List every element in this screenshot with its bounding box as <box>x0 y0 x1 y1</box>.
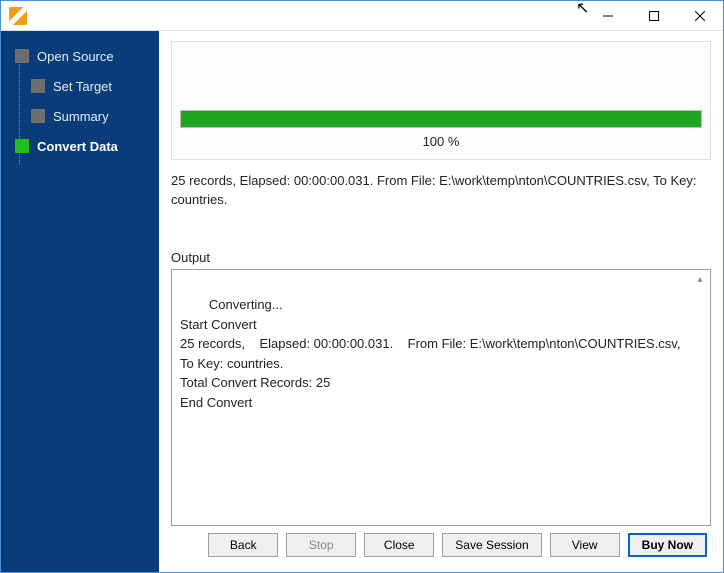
close-icon <box>695 11 705 21</box>
output-box[interactable]: ▴ Converting... Start Convert 25 records,… <box>171 269 711 526</box>
step-square-icon <box>15 139 29 153</box>
step-square-icon <box>15 49 29 63</box>
step-square-icon <box>31 109 45 123</box>
sidebar-item-label: Summary <box>53 109 109 124</box>
minimize-icon <box>603 11 613 21</box>
progress-area: 100 % <box>171 41 711 160</box>
sidebar-item-open-source[interactable]: Open Source <box>1 41 159 71</box>
button-row: Back Stop Close Save Session View Buy No… <box>171 526 711 564</box>
content-panel: 100 % 25 records, Elapsed: 00:00:00.031.… <box>159 31 723 572</box>
sidebar-item-label: Open Source <box>37 49 114 64</box>
view-button[interactable]: View <box>550 533 620 557</box>
close-button[interactable]: Close <box>364 533 434 557</box>
stop-button: Stop <box>286 533 356 557</box>
sidebar-item-summary[interactable]: Summary <box>1 101 159 131</box>
body: Open Source Set Target Summary Convert D… <box>1 31 723 572</box>
buy-now-button[interactable]: Buy Now <box>628 533 707 557</box>
minimize-button[interactable] <box>585 1 631 31</box>
output-text: Converting... Start Convert 25 records, … <box>180 297 695 410</box>
progress-bar <box>180 110 702 128</box>
window-close-button[interactable] <box>677 1 723 31</box>
app-icon <box>9 7 27 25</box>
sidebar: Open Source Set Target Summary Convert D… <box>1 31 159 572</box>
app-window: ↖ Open Source Set Target Summary Convert… <box>0 0 724 573</box>
summary-line: 25 records, Elapsed: 00:00:00.031. From … <box>171 172 711 210</box>
scroll-up-icon[interactable]: ▴ <box>692 272 708 288</box>
progress-bar-fill <box>181 111 701 127</box>
output-label: Output <box>171 250 711 265</box>
save-session-button[interactable]: Save Session <box>442 533 541 557</box>
back-button[interactable]: Back <box>208 533 278 557</box>
maximize-button[interactable] <box>631 1 677 31</box>
sidebar-item-set-target[interactable]: Set Target <box>1 71 159 101</box>
progress-percent: 100 % <box>180 134 702 149</box>
maximize-icon <box>649 11 659 21</box>
step-square-icon <box>31 79 45 93</box>
sidebar-item-label: Convert Data <box>37 139 118 154</box>
titlebar: ↖ <box>1 1 723 31</box>
sidebar-item-label: Set Target <box>53 79 112 94</box>
sidebar-item-convert-data[interactable]: Convert Data <box>1 131 159 161</box>
